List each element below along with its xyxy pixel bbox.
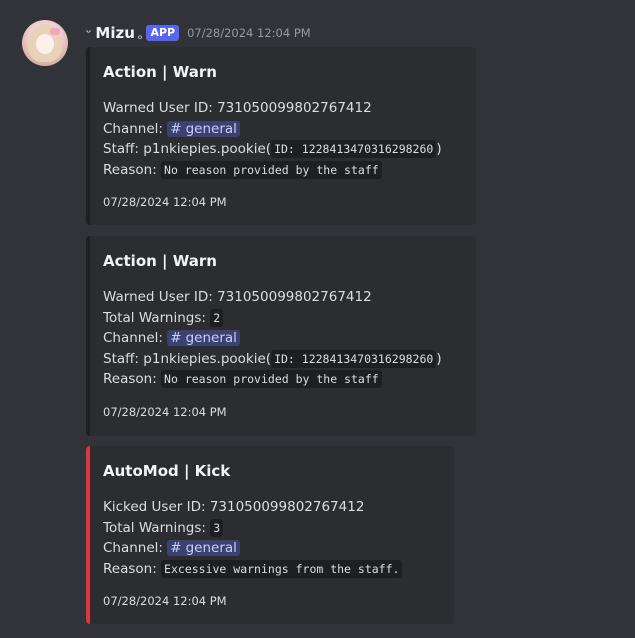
channel-line: Channel: # general — [103, 538, 438, 559]
embed-title: Action | Warn — [103, 252, 217, 270]
total-warnings-count: 2 — [210, 308, 224, 327]
embed-footer: 07/28/2024 12:04 PM — [103, 404, 227, 419]
channel-name: general — [185, 330, 237, 346]
channel-line: Channel: # general — [103, 119, 460, 140]
kicked-user-line: Kicked User ID: 731050099802767412 — [103, 497, 438, 518]
avatar-bow — [50, 28, 60, 35]
warned-user-label: Warned User ID: — [103, 289, 218, 305]
reason-code: Excessive warnings from the staff. — [161, 559, 403, 578]
kicked-user-id: 731050099802767412 — [209, 499, 365, 515]
channel-line: Channel: # general — [103, 328, 460, 349]
total-warnings-line: Total Warnings: 3 — [103, 518, 438, 539]
staff-line: Staff: p1nkiepies.pookie(ID: 12284134703… — [103, 140, 442, 158]
hash-icon: # — [170, 330, 182, 346]
reason-line: Reason: No reason provided by the staff — [103, 160, 460, 181]
embed-footer: 07/28/2024 12:04 PM — [103, 594, 227, 608]
message-timestamp[interactable]: 07/28/2024 12:04 PM — [187, 26, 311, 40]
embed-title: AutoMod | Kick — [103, 462, 231, 480]
message-header: ᵕ Mizu ₒ APP 07/28/2024 12:04 PM — [86, 24, 311, 42]
staff-name: p1nkiepies.pookie — [143, 141, 266, 157]
warn-embed-1: Action | Warn Warned User ID: 7310500998… — [86, 47, 476, 225]
channel-label: Channel: — [103, 120, 168, 137]
author-name[interactable]: Mizu — [95, 24, 134, 42]
staff-id-code: ID: 1228413470316298260 — [271, 349, 437, 368]
staff-id-code: ID: 1228413470316298260 — [271, 140, 437, 158]
reason-line: Reason: No reason provided by the staff — [103, 369, 460, 390]
warned-user-line: Warned User ID: 731050099802767412 — [103, 98, 460, 119]
staff-line: Staff: p1nkiepies.pookie(ID: 12284134703… — [103, 349, 442, 368]
channel-mention[interactable]: # general — [167, 330, 240, 346]
avatar-face — [36, 34, 54, 54]
staff-name: p1nkiepies.pookie — [143, 350, 266, 367]
channel-mention[interactable]: # general — [167, 120, 240, 137]
embed-title: Action | Warn — [103, 63, 217, 81]
total-warnings-label: Total Warnings: — [103, 519, 211, 536]
staff-label: Staff: — [103, 141, 144, 157]
channel-name: general — [185, 120, 237, 137]
channel-name: general — [185, 540, 237, 556]
channel-label: Channel: — [103, 540, 168, 556]
channel-mention[interactable]: # general — [167, 540, 240, 556]
automod-kick-embed: AutoMod | Kick Kicked User ID: 731050099… — [86, 446, 454, 624]
total-warnings-count: 3 — [210, 518, 224, 537]
hash-icon: # — [170, 120, 182, 137]
warned-user-id: 731050099802767412 — [217, 289, 372, 305]
reason-label: Reason: — [103, 371, 162, 387]
kicked-user-label: Kicked User ID: — [103, 499, 210, 515]
warned-user-line: Warned User ID: 731050099802767412 — [103, 287, 460, 308]
total-warnings-label: Total Warnings: — [103, 309, 211, 326]
warned-user-label: Warned User ID: — [103, 100, 218, 116]
avatar[interactable] — [22, 20, 68, 66]
channel-label: Channel: — [103, 330, 168, 346]
reason-label: Reason: — [103, 560, 162, 577]
embed-footer: 07/28/2024 12:04 PM — [103, 195, 227, 209]
reason-label: Reason: — [103, 161, 162, 178]
app-badge: APP — [146, 25, 180, 41]
total-warnings-line: Total Warnings: 2 — [103, 308, 460, 329]
reason-code: No reason provided by the staff — [161, 160, 382, 179]
warn-embed-2: Action | Warn Warned User ID: 7310500998… — [86, 236, 476, 436]
name-suffix: ₒ — [137, 28, 143, 42]
name-prefix: ᵕ — [86, 25, 92, 41]
reason-code: No reason provided by the staff — [161, 370, 382, 388]
staff-label: Staff: — [103, 350, 144, 367]
hash-icon: # — [170, 540, 182, 556]
reason-line: Reason: Excessive warnings from the staf… — [103, 559, 438, 580]
warned-user-id: 731050099802767412 — [217, 100, 372, 116]
